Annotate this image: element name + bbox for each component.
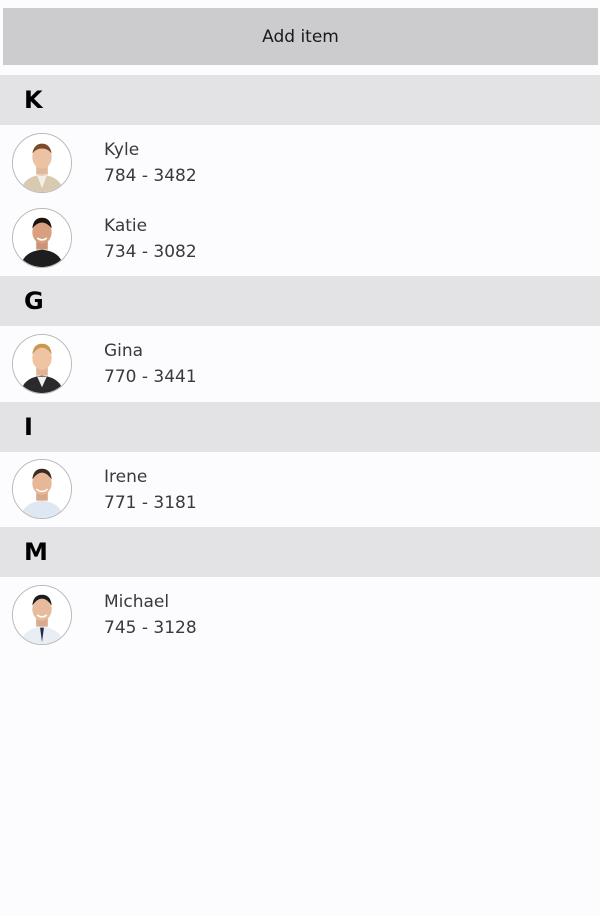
- contact-name: Kyle: [104, 140, 140, 160]
- contact-text: Gina 770 - 3441: [104, 338, 197, 390]
- contact-text: Kyle 784 - 3482: [104, 137, 197, 189]
- contact-name: Gina: [104, 341, 144, 361]
- list-item[interactable]: Irene 771 - 3181: [0, 451, 600, 527]
- group-header-k: K: [0, 75, 600, 125]
- list-item[interactable]: Michael 745 - 3128: [0, 577, 600, 653]
- add-item-button[interactable]: Add item: [3, 8, 598, 65]
- contact-phone: 734 - 3082: [104, 241, 197, 262]
- contact-list: K Kyle 784 - 3482 Katie 734 - 3082 G Gin…: [0, 75, 600, 653]
- contact-phone: 745 - 3128: [104, 618, 197, 638]
- contact-text: Michael 745 - 3128: [104, 589, 197, 641]
- avatar: [12, 584, 72, 645]
- group-header-g: G: [0, 276, 600, 326]
- contact-text: Katie 734 - 3082: [104, 213, 197, 265]
- contact-name: Michael: [104, 592, 170, 612]
- contact-text: Irene 771 - 3181: [104, 464, 197, 516]
- contact-phone: 784 - 3482: [104, 166, 197, 186]
- avatar: [12, 132, 72, 193]
- avatar: [12, 333, 72, 394]
- list-item[interactable]: Katie 734 - 3082: [0, 200, 600, 276]
- list-item[interactable]: Gina 770 - 3441: [0, 326, 600, 402]
- group-header-m: M: [0, 527, 600, 577]
- contact-name: Katie: [104, 215, 148, 236]
- avatar: [12, 208, 72, 269]
- avatar: [12, 459, 72, 520]
- contact-name: Irene: [104, 466, 148, 487]
- contact-phone: 771 - 3181: [104, 492, 197, 513]
- contact-phone: 770 - 3441: [104, 367, 197, 387]
- list-item[interactable]: Kyle 784 - 3482: [0, 125, 600, 201]
- group-header-i: I: [0, 401, 600, 452]
